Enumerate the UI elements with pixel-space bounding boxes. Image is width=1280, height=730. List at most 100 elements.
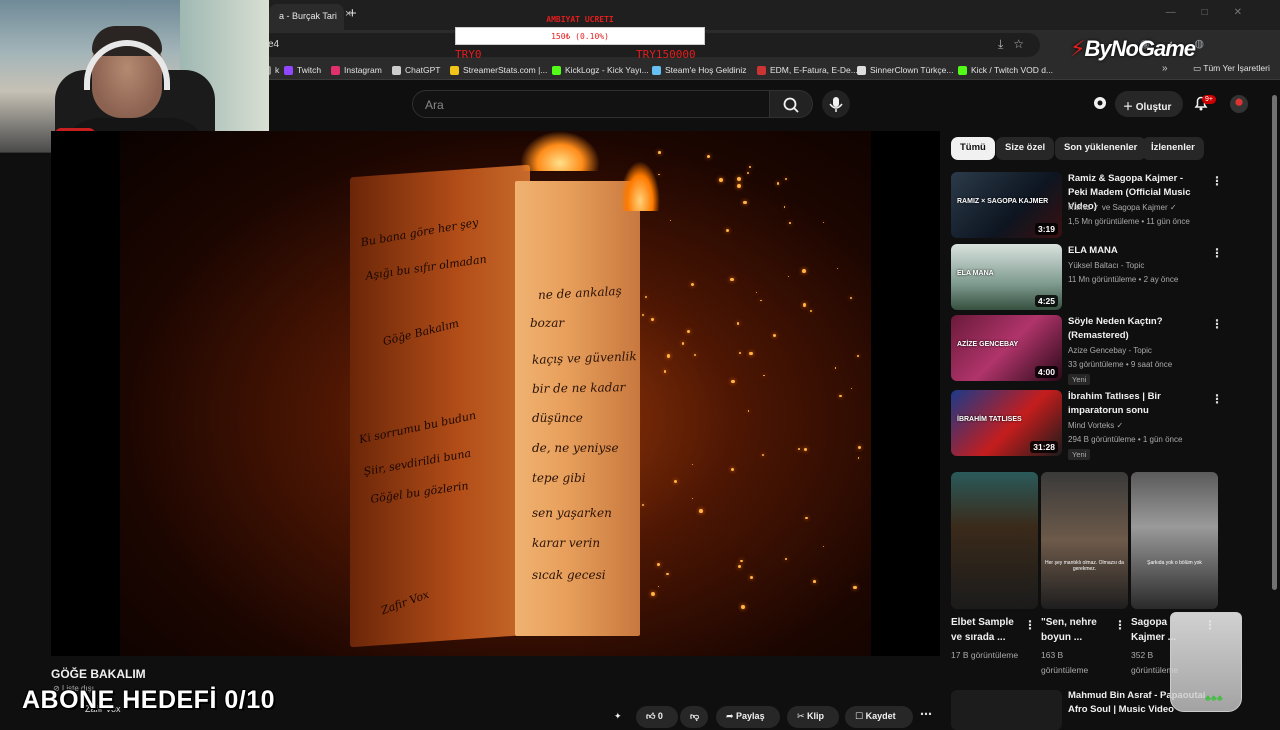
donation-progress-bar: 150₺ (0.10%) — [455, 27, 705, 45]
more-options-icon[interactable]: ⋮ — [1024, 618, 1036, 632]
ember — [748, 165, 751, 168]
bookmark-label: k — [275, 65, 280, 75]
ember — [760, 299, 762, 302]
ember — [756, 292, 758, 294]
rec-thumbnail[interactable]: İBRAHİM TATLISES 31:28 — [951, 390, 1062, 456]
bookmark-item[interactable]: Twitch — [284, 63, 321, 77]
browser-tab[interactable]: a - Burçak Tari — [269, 4, 344, 30]
filter-chip[interactable]: Tümü — [951, 137, 995, 160]
brand-name: ByNoGame — [1084, 36, 1196, 61]
short-thumbnail[interactable] — [951, 472, 1038, 609]
ember — [837, 267, 839, 269]
gear-icon — [1094, 97, 1106, 109]
rec-thumbnail[interactable] — [951, 690, 1062, 730]
ember — [737, 564, 741, 568]
ember — [802, 269, 807, 273]
ember — [747, 171, 750, 174]
more-options-icon[interactable]: ⋮ — [1114, 618, 1126, 632]
save-button[interactable]: ☐ Kaydet — [845, 706, 913, 728]
dislike-button[interactable]: 👎︎ — [680, 706, 708, 728]
donation-title: AMBIYAT UCRETI — [546, 15, 614, 24]
ember — [736, 322, 740, 325]
rec-thumbnail[interactable]: AZİZE GENCEBAY 4:00 — [951, 315, 1062, 381]
short-title[interactable]: Elbet Sample ve sırada ... — [951, 615, 1021, 645]
rec-channel[interactable]: Azize Gencebay - Topic — [1068, 344, 1152, 358]
more-options-icon[interactable]: ⋮ — [1211, 246, 1223, 260]
more-options-icon[interactable]: ⋮ — [1211, 317, 1223, 331]
search-placeholder: Ara — [425, 98, 444, 112]
filter-chip[interactable]: Son yüklenenler — [1055, 137, 1147, 160]
search-input[interactable]: Ara — [412, 90, 770, 118]
share-button[interactable]: ➦ Paylaş — [716, 706, 780, 728]
rec-title[interactable]: Söyle Neden Kaçtın? (Remastered) — [1068, 315, 1203, 343]
rec-thumbnail[interactable]: RAMIZ × SAGOPA KAJMER 3:19 — [951, 172, 1062, 238]
ember — [839, 394, 842, 397]
filter-chip[interactable]: İzlenenler — [1142, 137, 1204, 160]
donation-min: TRY0 — [455, 48, 482, 61]
more-actions-icon[interactable]: ⋯ — [920, 707, 932, 721]
ember — [784, 177, 788, 181]
ember — [706, 155, 710, 158]
more-options-icon[interactable]: ⋮ — [1211, 392, 1223, 406]
short-thumbnail[interactable]: Her şey mantıklı olmaz. Olmazsı da gerek… — [1041, 472, 1128, 609]
tab-title: a - Burçak Tari — [279, 11, 337, 21]
bookmark-favicon-icon — [757, 65, 766, 75]
more-options-icon[interactable]: ⋮ — [1211, 174, 1223, 188]
clip-button[interactable]: ✂ Klip — [787, 706, 839, 728]
bookmark-item[interactable]: EDM, E-Fatura, E-De... — [757, 63, 858, 77]
bookmark-item[interactable]: SinnerClown Türkçe... — [857, 63, 953, 77]
create-button[interactable]: ＋ Oluştur — [1115, 91, 1183, 117]
bookmark-label: EDM, E-Fatura, E-De... — [770, 65, 858, 75]
handwritten-line: düşünce — [532, 411, 583, 425]
window-controls[interactable]: —□✕ — [1166, 7, 1268, 18]
brand-logo: ⚡ByNoGame — [1070, 36, 1196, 62]
short-title[interactable]: "Sen, nehre boyun ... — [1041, 615, 1111, 645]
avatar[interactable] — [1230, 95, 1248, 113]
rec-title[interactable]: İbrahim Tatlıses | Bir imparatorun sonu — [1068, 390, 1203, 418]
rec-channel[interactable]: Ramiz ✓ ve Sagopa Kajmer ✓ — [1068, 201, 1177, 215]
video-player[interactable]: Bu bana göre her şey Aşığı bu sıfır olmad… — [51, 131, 940, 656]
ember — [725, 229, 729, 233]
rec-channel[interactable]: Yüksel Baltacı - Topic — [1068, 259, 1144, 273]
ember — [802, 303, 807, 307]
url-text: e4 — [268, 39, 280, 50]
scrollbar-thumb[interactable] — [1272, 95, 1277, 590]
bookmark-favicon-icon — [392, 65, 401, 75]
ember — [692, 497, 694, 500]
notification-badge: 9+ — [1202, 95, 1216, 104]
ember — [651, 318, 654, 321]
bookmark-item[interactable]: Steam'e Hoş Geldiniz — [652, 63, 746, 77]
bookmark-label: SinnerClown Türkçe... — [870, 65, 954, 75]
rec-title[interactable]: ELA MANA — [1068, 244, 1203, 258]
ember — [693, 353, 697, 357]
all-bookmarks-button[interactable]: ▭ Tüm Yer İşaretleri — [1193, 63, 1270, 74]
handwritten-line: sen yaşarken — [532, 506, 612, 520]
new-tab-button[interactable]: + — [348, 5, 357, 22]
video-frame: Bu bana göre her şey Aşığı bu sıfır olmad… — [120, 131, 871, 656]
bookmark-item[interactable]: StreamerStats.com |... — [450, 63, 547, 77]
ember — [822, 545, 825, 548]
ember — [730, 467, 734, 471]
voice-search-button[interactable] — [822, 90, 850, 118]
bookmarks-overflow-icon[interactable]: » — [1162, 63, 1168, 74]
ember — [810, 309, 813, 312]
bookmark-item[interactable]: ChatGPT — [392, 63, 440, 77]
upload-icon[interactable] — [1092, 95, 1108, 111]
ember — [822, 221, 824, 224]
short-caption: Her şey mantıklı olmaz. Olmazsı da gerek… — [1045, 560, 1124, 572]
ember — [666, 572, 670, 576]
sparkle-icon[interactable]: ✦ — [612, 706, 628, 728]
search-button[interactable] — [769, 90, 813, 118]
flame — [520, 131, 600, 171]
all-bookmarks-label: Tüm Yer İşaretleri — [1203, 63, 1270, 73]
like-button[interactable]: 👍︎ 0 — [636, 706, 678, 728]
bookmark-item[interactable]: KickLogz - Kick Yayı... — [552, 63, 649, 77]
rec-channel[interactable]: Mind Vorteks ✓ — [1068, 419, 1123, 433]
rec-thumbnail[interactable]: ELA MANA 4:25 — [951, 244, 1062, 310]
bookmark-item[interactable]: Kick / Twitch VOD d... — [958, 63, 1053, 77]
short-thumbnail[interactable]: Şarkıda yok o bölüm yok — [1131, 472, 1218, 609]
filter-chip[interactable]: Size özel — [996, 137, 1055, 160]
ember — [657, 151, 661, 154]
url-actions[interactable]: ⤓☆ — [998, 37, 1034, 52]
bookmark-item[interactable]: Instagram — [331, 63, 382, 77]
